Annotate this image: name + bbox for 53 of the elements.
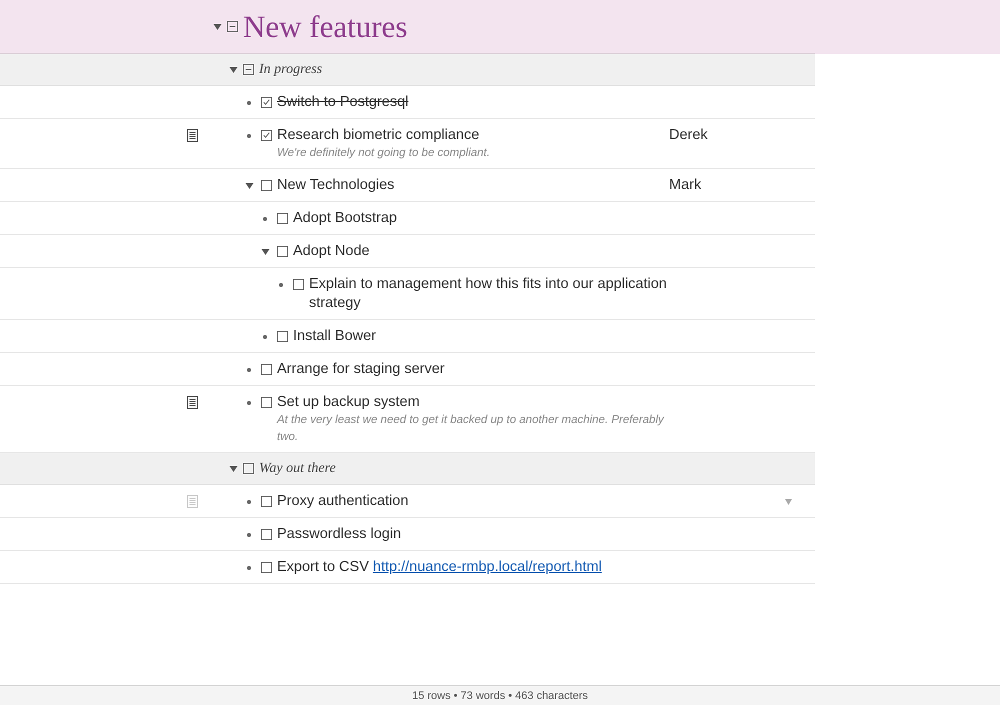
checkbox-icon[interactable] xyxy=(276,213,288,224)
item-text: Export to CSV http://nuance-rmbp.local/report.html xyxy=(277,558,602,577)
checkbox-icon[interactable] xyxy=(276,331,288,342)
checked-checkbox-icon[interactable] xyxy=(260,97,272,108)
bullet-icon[interactable] xyxy=(247,100,251,104)
item-text: Explain to management how this fits into our application strategy xyxy=(309,275,668,313)
status-text: 15 rows • 73 words • 463 characters xyxy=(412,690,588,702)
item-text: Set up backup system xyxy=(277,393,420,412)
disclosure-triangle-icon[interactable] xyxy=(229,464,238,472)
item-text: Research biometric compliance xyxy=(277,126,480,145)
partial-checkbox-icon[interactable] xyxy=(227,21,238,32)
assignee: Derek xyxy=(669,127,708,143)
note-icon[interactable] xyxy=(187,396,198,409)
outline-title: New features xyxy=(243,8,408,44)
checked-checkbox-icon[interactable] xyxy=(260,130,272,141)
item-text: Passwordless login xyxy=(277,525,402,544)
item-text: Adopt Bootstrap xyxy=(293,209,397,228)
checkbox-icon[interactable] xyxy=(260,397,272,408)
disclosure-triangle-icon[interactable] xyxy=(244,182,254,190)
checkbox-icon[interactable] xyxy=(260,496,272,507)
checkbox-icon[interactable] xyxy=(260,529,272,540)
section-heading: In progress xyxy=(259,62,322,78)
disclosure-triangle-icon[interactable] xyxy=(260,248,270,256)
link[interactable]: http://nuance-rmbp.local/report.html xyxy=(372,559,602,575)
item-text: New Technologies xyxy=(277,176,394,195)
item-note: At the very least we need to get it backed up to another machine. Preferably two. xyxy=(277,413,666,445)
item-text: Install Bower xyxy=(293,327,376,346)
assignee: Mark xyxy=(669,177,702,193)
note-icon[interactable] xyxy=(187,129,198,142)
partial-checkbox-icon[interactable] xyxy=(243,64,254,75)
bullet-icon[interactable] xyxy=(263,334,267,338)
bullet-icon[interactable] xyxy=(279,282,283,286)
bullet-icon[interactable] xyxy=(247,532,251,536)
disclosure-triangle-icon[interactable] xyxy=(229,66,238,74)
checkbox-icon[interactable] xyxy=(260,562,272,573)
section-heading: Way out there xyxy=(259,460,336,476)
checkbox-icon[interactable] xyxy=(292,279,304,290)
checkbox-icon[interactable] xyxy=(260,180,272,191)
item-note: We're definitely not going to be compliant. xyxy=(277,146,490,161)
bullet-icon[interactable] xyxy=(247,400,251,404)
disclosure-triangle-icon[interactable] xyxy=(213,22,222,30)
bullet-icon[interactable] xyxy=(247,134,251,138)
bullet-icon[interactable] xyxy=(247,500,251,504)
checkbox-icon[interactable] xyxy=(260,364,272,375)
item-text: Proxy authentication xyxy=(277,492,408,511)
item-text: Arrange for staging server xyxy=(277,360,445,379)
bullet-icon[interactable] xyxy=(263,216,267,220)
item-text: Switch to Postgresql xyxy=(277,93,408,112)
checkbox-icon[interactable] xyxy=(243,463,254,474)
bullet-icon[interactable] xyxy=(247,368,251,372)
checkbox-icon[interactable] xyxy=(276,246,288,257)
bullet-icon[interactable] xyxy=(247,566,251,570)
item-text: Adopt Node xyxy=(293,242,370,261)
